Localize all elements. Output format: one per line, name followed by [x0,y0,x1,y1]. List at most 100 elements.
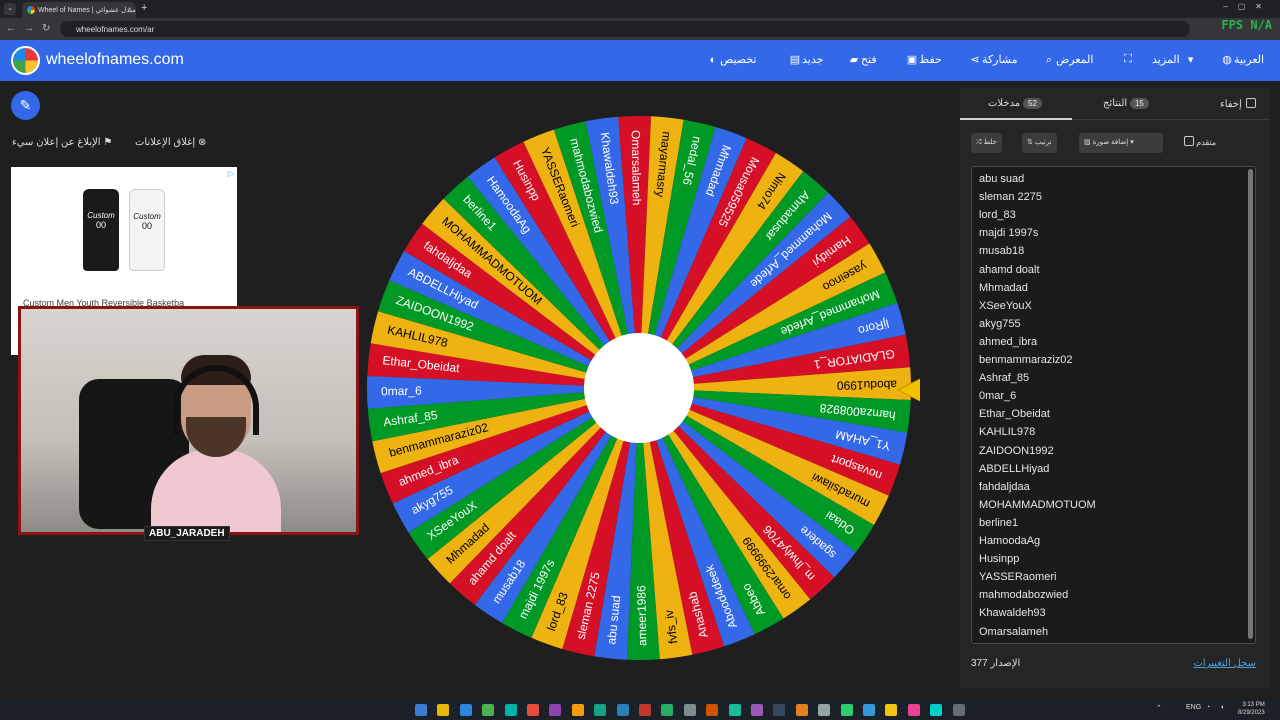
sort-button[interactable]: ⇅ ترتيب [1022,133,1057,153]
fullscreen-icon: ⛶ [1124,53,1132,65]
tab-entries[interactable]: مدخلات 52 [988,98,1046,109]
volume-icon[interactable]: ◖ [1220,704,1224,711]
entry-line[interactable]: fahdaljdaa [979,481,1030,493]
start-menu-icon[interactable] [415,704,427,716]
entry-line[interactable]: abu suad [979,173,1024,185]
tab-close-icon[interactable]: × [127,5,132,14]
entry-line[interactable]: Ashraf_85 [979,372,1029,384]
more-menu-button[interactable]: المزيد ▾ [1152,53,1198,66]
entry-line[interactable]: ABDELLHiyad [979,463,1049,475]
entry-line[interactable]: XSeeYouX [979,300,1032,312]
entry-line[interactable]: Mhmadad [979,282,1028,294]
language-button[interactable]: ◍ العربية [1216,53,1264,66]
logo-icon[interactable] [11,46,40,75]
name-wheel[interactable]: abu suadsleman 2275lord_83majdi 1997smus… [360,110,920,670]
entry-line[interactable]: majdi 1997s [979,227,1038,239]
taskbar-app-icon[interactable] [661,704,674,716]
entry-line[interactable]: Khawaldeh93 [979,607,1046,619]
entries-textarea[interactable]: abu suad sleman 2275 lord_83majdi 1997s mus… [971,166,1256,644]
entry-line[interactable]: HamoodaAg [979,535,1040,547]
forward-icon[interactable]: → [24,23,34,34]
advanced-toggle[interactable]: متقدم [1180,136,1216,147]
add-image-button[interactable]: ▨ إضافة صورة ▾ [1079,133,1163,153]
entry-line[interactable]: benmammaraziz02 [979,354,1073,366]
pencil-icon: ✎ [19,97,32,113]
entry-line[interactable]: sleman 2275 [979,191,1042,203]
entry-line[interactable]: mahmodabozwied [979,589,1068,601]
taskbar-app-icon[interactable] [728,704,741,716]
url-field[interactable]: wheelofnames.com/ar [60,21,1190,37]
taskbar-app-icon[interactable] [818,704,831,716]
save-button[interactable]: ▣ حفظ [901,53,942,66]
taskbar-app-icon[interactable] [437,704,450,716]
window-controls[interactable]: –▢✕ [1223,2,1272,11]
close-ads-link[interactable]: إغلاق الإعلانات ⊗ [135,137,206,148]
open-button[interactable]: ▰ فتح [843,53,877,66]
taskbar-app-icon[interactable] [639,704,651,716]
scrollbar-thumb[interactable] [1248,169,1253,639]
entry-line[interactable]: Omarsalameh [979,626,1048,638]
taskbar-app-icon[interactable] [795,704,808,716]
entry-line[interactable]: Ethar_Obeidat [979,408,1050,420]
entry-line[interactable]: akyg755 [979,318,1021,330]
shuffle-button[interactable]: ⤮ خلط [971,133,1002,153]
entry-line[interactable]: ahmed_ibra [979,336,1037,348]
taskbar-app-icon[interactable] [840,704,853,716]
taskbar-app-icon[interactable] [706,704,719,716]
entry-line[interactable]: KAHLIL978 [979,426,1035,438]
taskbar-app-icon[interactable] [952,704,965,716]
reload-icon[interactable]: ↻ [42,23,50,34]
new-button[interactable]: ▤ جديد [784,53,824,66]
taskbar-app-icon[interactable] [594,704,607,716]
tab-search-button[interactable]: ⌄ [4,3,16,15]
browser-tab[interactable]: Wheel of Names | مبدل عشوائي × [22,2,136,18]
adchoices-icon[interactable]: ▷ [228,169,234,178]
report-ad-link[interactable]: الإبلاغ عن إعلان سيء ⚑ [12,137,112,148]
entry-line[interactable]: 0mar_6 [979,390,1016,402]
customize-button[interactable]: ◐ تخصيص [702,53,757,66]
taskbar-app-icon[interactable] [482,704,495,716]
brand-title[interactable]: wheelofnames.com [46,51,184,69]
hide-checkbox[interactable] [1245,98,1256,108]
taskbar-app-icon[interactable] [527,704,539,716]
tab-results[interactable]: النتائج 15 [1103,98,1153,109]
clock[interactable]: 3:13 PM 8/29/2023 [1238,701,1265,717]
taskbar-app-icon[interactable] [751,704,763,716]
taskbar-app-icon[interactable] [863,704,875,716]
language-indicator[interactable]: ENG [1186,704,1201,711]
edit-pencil-button[interactable]: ✎ [11,91,40,120]
entry-line[interactable]: lord_83 [979,209,1016,221]
network-icon[interactable]: ◔ [1206,704,1210,711]
changelog-link[interactable]: سجل التغييرات [1193,658,1256,669]
taskbar-app-icon[interactable] [549,704,562,716]
entry-line[interactable]: MOHAMMADMOTUOM [979,499,1096,511]
taskbar-app-icon[interactable] [930,704,943,716]
taskbar-app-icon[interactable] [504,704,517,716]
image-icon: ▨ [1084,139,1091,146]
tray-chevron-icon[interactable]: ⌃ [1156,704,1162,712]
chevron-down-icon: ▾ [1130,139,1134,146]
wheel-center[interactable] [584,333,694,443]
entry-line[interactable]: berline1 [979,517,1018,529]
entry-line[interactable]: musab18 [979,245,1024,257]
fullscreen-button[interactable]: ⛶ [1117,53,1135,66]
taskbar-app-icon[interactable] [907,704,920,716]
taskbar-app-icon[interactable] [459,704,472,716]
entry-line[interactable]: ZAIDOON1992 [979,445,1054,457]
gallery-button[interactable]: ⌕ المعرض [1038,53,1094,67]
new-tab-button[interactable]: + [141,2,147,14]
taskbar-app-icon[interactable] [773,704,786,716]
entry-line[interactable]: Husinpp [979,553,1019,565]
advanced-checkbox[interactable] [1184,136,1194,146]
taskbar-app-icon[interactable] [683,704,696,716]
hide-toggle[interactable]: إخفاء [1220,98,1256,110]
back-icon[interactable]: ← [6,23,16,34]
taskbar-app-icon[interactable] [616,704,629,716]
taskbar-app-icon[interactable] [571,704,584,716]
entry-line[interactable]: ahamd doalt [979,264,1040,276]
wheel-slice-label: ameer1986 [634,585,649,646]
taskbar-app-icon[interactable] [885,704,898,716]
wheel-slice-label: 0mar_6 [381,384,422,399]
entry-line[interactable]: YASSERaomeri [979,571,1056,583]
share-button[interactable]: ⋖ مشاركة [964,53,1017,66]
